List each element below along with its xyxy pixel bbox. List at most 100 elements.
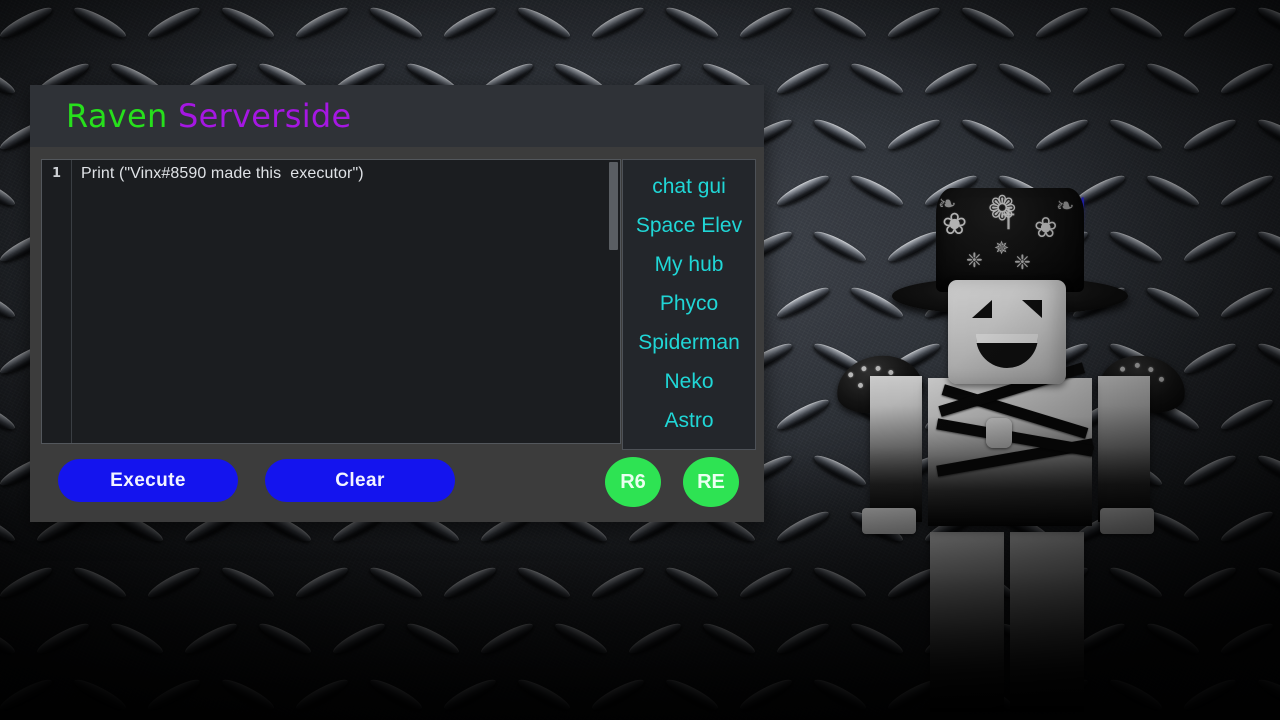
plate-stud bbox=[219, 563, 277, 602]
plate-stud bbox=[737, 563, 795, 602]
plate-stud bbox=[1255, 3, 1280, 42]
shoulder-spike bbox=[1147, 366, 1154, 373]
script-list-item[interactable]: Space Elev bbox=[623, 206, 755, 245]
plate-stud bbox=[367, 563, 425, 602]
avatar-eye-right bbox=[1022, 300, 1042, 318]
script-list-item[interactable]: Phyco bbox=[623, 284, 755, 323]
hat-damask-motif: † bbox=[1002, 204, 1015, 234]
editor-scrollbar-thumb[interactable] bbox=[609, 162, 618, 250]
plate-stud bbox=[108, 619, 166, 658]
avatar-mouth bbox=[976, 334, 1038, 368]
plate-stud bbox=[1144, 59, 1202, 98]
plate-stud bbox=[1255, 451, 1280, 490]
plate-stud bbox=[774, 59, 832, 98]
shoulder-spike bbox=[1119, 366, 1126, 372]
plate-stud bbox=[589, 563, 647, 602]
plate-stud bbox=[589, 3, 647, 42]
plate-stud bbox=[663, 675, 721, 714]
plate-stud bbox=[737, 3, 795, 42]
plate-stud bbox=[441, 563, 499, 602]
re-button[interactable]: RE bbox=[683, 457, 739, 507]
script-list-item[interactable]: Neko bbox=[623, 362, 755, 401]
plate-stud bbox=[1181, 3, 1239, 42]
avatar-leg-right bbox=[1010, 532, 1084, 712]
window-title: Raven Serverside bbox=[66, 97, 352, 135]
plate-stud bbox=[1218, 171, 1276, 210]
editor-line-number: 1 bbox=[51, 166, 62, 181]
window-body: 1 Print ("Vinx#8590 made this executor")… bbox=[30, 147, 764, 522]
plate-stud bbox=[71, 563, 129, 602]
plate-stud bbox=[182, 619, 240, 658]
plate-stud bbox=[0, 59, 18, 98]
shoulder-spike bbox=[847, 371, 854, 378]
hat-damask-motif: ❧ bbox=[938, 192, 957, 217]
editor-scrollbar[interactable] bbox=[609, 162, 618, 443]
hat-damask-motif: ❀ bbox=[1034, 211, 1058, 244]
execute-button[interactable]: Execute bbox=[58, 459, 238, 502]
plate-stud bbox=[737, 675, 795, 714]
plate-stud bbox=[922, 59, 980, 98]
plate-stud bbox=[367, 3, 425, 42]
script-list-item[interactable]: Spiderman bbox=[623, 323, 755, 362]
plate-stud bbox=[1218, 59, 1276, 98]
avatar-arm-right bbox=[1098, 376, 1150, 522]
r6-button[interactable]: R6 bbox=[605, 457, 661, 507]
script-list-item[interactable]: Astro bbox=[623, 401, 755, 440]
plate-stud bbox=[71, 3, 129, 42]
clear-button[interactable]: Clear bbox=[265, 459, 455, 502]
plate-stud bbox=[0, 171, 18, 210]
plate-stud bbox=[959, 3, 1017, 42]
shoulder-spike bbox=[1134, 362, 1141, 369]
code-editor[interactable]: 1 Print ("Vinx#8590 made this executor") bbox=[41, 159, 621, 444]
plate-stud bbox=[848, 59, 906, 98]
plate-stud bbox=[441, 3, 499, 42]
plate-stud bbox=[1033, 3, 1091, 42]
plate-stud bbox=[71, 675, 129, 714]
plate-stud bbox=[515, 563, 573, 602]
script-list[interactable]: chat gui Space Elev My hub Phyco Spiderman Ne… bbox=[622, 159, 756, 450]
editor-gutter: 1 bbox=[42, 160, 72, 443]
plate-stud bbox=[0, 619, 18, 658]
plate-stud bbox=[145, 675, 203, 714]
plate-stud bbox=[145, 563, 203, 602]
plate-stud bbox=[330, 619, 388, 658]
plate-stud bbox=[293, 675, 351, 714]
editor-text-area[interactable]: Print ("Vinx#8590 made this executor") bbox=[72, 160, 620, 443]
plate-stud bbox=[885, 115, 943, 154]
plate-stud bbox=[515, 3, 573, 42]
script-list-item[interactable]: My hub bbox=[623, 245, 755, 284]
plate-stud bbox=[515, 675, 573, 714]
window-title-primary: Raven bbox=[66, 97, 168, 135]
avatar-head bbox=[948, 280, 1066, 384]
avatar-eye-left bbox=[972, 300, 992, 318]
plate-stud bbox=[404, 619, 462, 658]
plate-stud bbox=[552, 619, 610, 658]
plate-stud bbox=[1255, 563, 1280, 602]
plate-stud bbox=[1255, 675, 1280, 714]
avatar-hand-left bbox=[862, 508, 916, 534]
avatar-leg-left bbox=[930, 532, 1004, 712]
shoulder-spike bbox=[861, 365, 867, 372]
hat-damask-motif: ❈ bbox=[966, 248, 983, 272]
plate-stud bbox=[1181, 115, 1239, 154]
plate-stud bbox=[219, 675, 277, 714]
avatar-arm-left bbox=[870, 376, 922, 522]
plate-stud bbox=[0, 3, 55, 42]
shoulder-spike bbox=[887, 369, 894, 376]
script-list-item[interactable]: chat gui bbox=[623, 167, 755, 206]
plate-stud bbox=[663, 3, 721, 42]
plate-stud bbox=[959, 115, 1017, 154]
plate-stud bbox=[1070, 59, 1128, 98]
shoulder-spike bbox=[1158, 376, 1165, 383]
plate-stud bbox=[0, 395, 18, 434]
plate-stud bbox=[145, 3, 203, 42]
plate-stud bbox=[219, 3, 277, 42]
plate-stud bbox=[1255, 115, 1280, 154]
plate-stud bbox=[811, 115, 869, 154]
plate-stud bbox=[478, 619, 536, 658]
avatar-teeth bbox=[976, 334, 1038, 343]
plate-stud bbox=[885, 3, 943, 42]
plate-stud bbox=[367, 675, 425, 714]
plate-stud bbox=[1218, 507, 1276, 546]
plate-stud bbox=[256, 619, 314, 658]
